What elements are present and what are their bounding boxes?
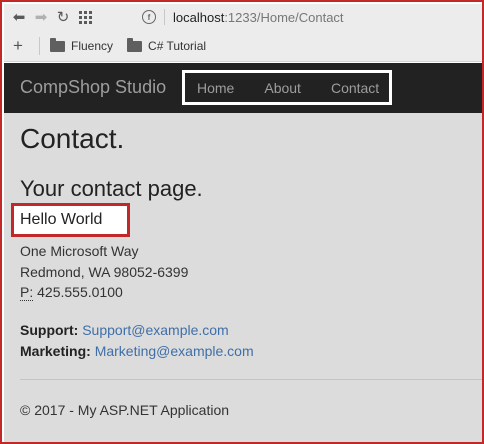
phone-line: P: 425.555.0100 <box>20 282 188 303</box>
bookmarks-bar: + Fluency C# Tutorial <box>4 30 482 62</box>
address-block: One Microsoft Way Redmond, WA 98052-6399… <box>20 241 188 303</box>
nav-link-contact[interactable]: Contact <box>331 80 379 96</box>
support-email-link[interactable]: Support@example.com <box>82 322 229 338</box>
url-path: :1233/Home/Contact <box>224 9 344 25</box>
marketing-row: Marketing: Marketing@example.com <box>20 341 254 362</box>
bookmarks-divider <box>39 36 40 55</box>
site-navbar: CompShop Studio Home About Contact <box>4 63 482 113</box>
bookmark-fluency[interactable]: Fluency <box>50 38 114 53</box>
bookmark-label: Fluency <box>71 38 114 53</box>
forward-arrow-icon[interactable]: ➡ <box>30 6 52 28</box>
address-bar[interactable]: f localhost:1233/Home/Contact <box>142 6 482 28</box>
add-bookmark-icon[interactable]: + <box>13 36 27 56</box>
back-arrow-icon[interactable]: ⬅ <box>8 6 30 28</box>
page-subtitle: Your contact page. <box>20 176 203 201</box>
brand-link[interactable]: CompShop Studio <box>20 77 166 98</box>
address-line-1: One Microsoft Way <box>20 243 139 259</box>
apps-grid-icon[interactable] <box>74 6 96 28</box>
marketing-label: Marketing: <box>20 342 91 359</box>
footer-text: © 2017 - My ASP.NET Application <box>20 402 230 418</box>
nav-link-home[interactable]: Home <box>197 80 234 96</box>
hello-text: Hello World <box>20 211 103 228</box>
bookmark-csharp-tutorial[interactable]: C# Tutorial <box>127 38 207 53</box>
folder-icon <box>127 38 143 52</box>
support-label: Support: <box>20 322 79 338</box>
page-content: Contact. Your contact page. Hello World … <box>4 113 482 442</box>
browser-toolbar: ⬅ ➡ ↻ f localhost:1233/Home/Contact <box>4 4 482 30</box>
nav-link-about[interactable]: About <box>264 80 301 96</box>
bookmark-label: C# Tutorial <box>148 38 207 53</box>
address-line-2: Redmond, WA 98052-6399 <box>20 263 189 280</box>
reload-icon[interactable]: ↻ <box>52 6 74 28</box>
url-divider <box>164 9 165 25</box>
support-row: Support: Support@example.com <box>20 320 254 341</box>
url-host: localhost <box>173 9 225 25</box>
contact-emails: Support: Support@example.com Marketing: … <box>20 320 254 361</box>
site-info-icon[interactable]: f <box>142 10 156 24</box>
window-frame: ⬅ ➡ ↻ f localhost:1233/Home/Contact + Fl… <box>0 0 484 444</box>
marketing-email-link[interactable]: Marketing@example.com <box>95 343 254 359</box>
folder-icon <box>50 38 65 52</box>
page-title: Contact. <box>20 123 125 154</box>
footer-divider <box>20 379 482 380</box>
phone-number: 425.555.0100 <box>37 284 123 300</box>
nav-links-highlight: Home About Contact <box>182 70 392 105</box>
phone-abbr: P: <box>20 284 34 301</box>
